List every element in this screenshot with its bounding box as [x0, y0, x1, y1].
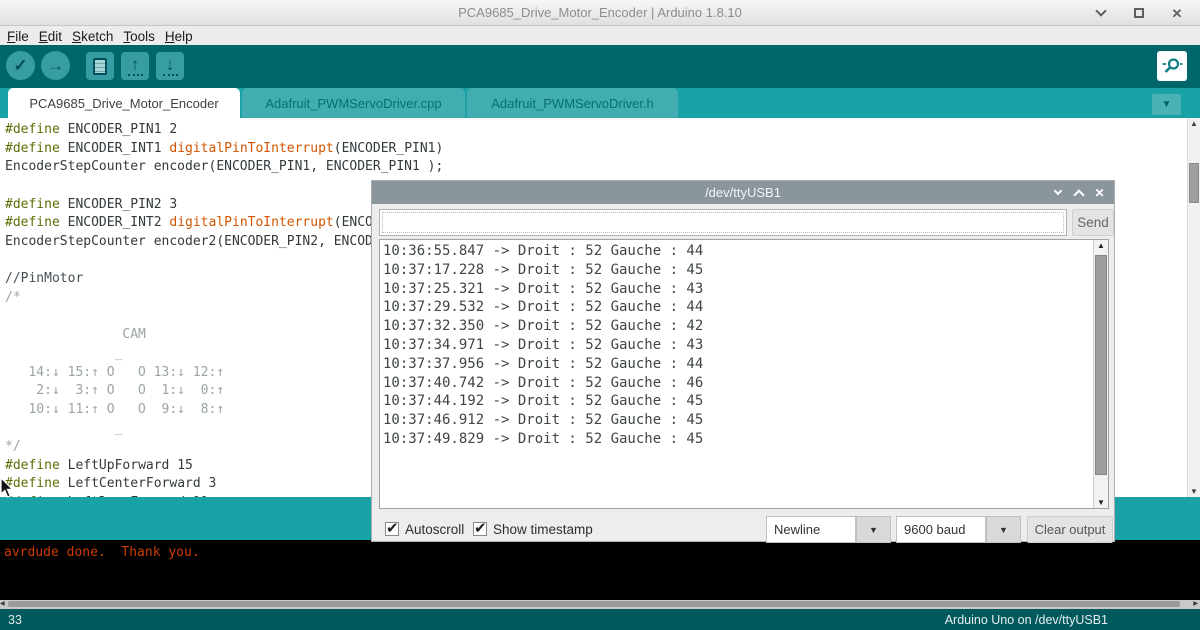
save-button[interactable]: ↓: [156, 52, 184, 80]
arrow-up-icon: ↑: [128, 56, 143, 76]
line-ending-dropdown-button[interactable]: ▼: [856, 516, 891, 543]
close-icon: ✕: [1094, 187, 1104, 199]
serial-vscrollbar[interactable]: ▲ ▼: [1093, 240, 1108, 508]
horizontal-scrollbar[interactable]: ◀ ▶: [0, 600, 1200, 609]
upload-button[interactable]: →: [41, 51, 70, 80]
tab-list-dropdown-button[interactable]: ▼: [1152, 94, 1181, 115]
menu-help[interactable]: Help: [160, 29, 198, 44]
minimize-button[interactable]: [1094, 6, 1108, 20]
serial-output-line: 10:37:49.829 -> Droit : 52 Gauche : 45: [383, 430, 703, 449]
line-ending-select[interactable]: Newline: [766, 516, 856, 543]
horizontal-scroll-thumb[interactable]: [8, 601, 1180, 607]
send-button[interactable]: Send: [1072, 209, 1114, 236]
autoscroll-label: Autoscroll: [405, 522, 464, 537]
statusbar: 33 Arduino Uno on /dev/ttyUSB1: [0, 609, 1200, 630]
maximize-icon: [1134, 8, 1144, 18]
serial-output-line: 10:37:32.350 -> Droit : 52 Gauche : 42: [383, 317, 703, 336]
serial-output-line: 10:37:29.532 -> Droit : 52 Gauche : 44: [383, 298, 703, 317]
serial-output-line: 10:37:25.321 -> Droit : 52 Gauche : 43: [383, 280, 703, 299]
scroll-up-arrow-icon[interactable]: ▲: [1188, 119, 1200, 128]
serial-minimize-button[interactable]: [1052, 187, 1063, 198]
serial-output-line: 10:37:34.971 -> Droit : 52 Gauche : 43: [383, 336, 703, 355]
arrow-down-icon: ↓: [163, 56, 178, 76]
check-icon: ✔: [386, 519, 399, 537]
chevron-down-icon: ▼: [1162, 99, 1172, 110]
scroll-right-arrow-icon[interactable]: ▶: [1193, 600, 1198, 609]
baud-rate-dropdown-button[interactable]: ▼: [986, 516, 1021, 543]
scroll-left-arrow-icon[interactable]: ◀: [0, 600, 5, 609]
magnifier-icon: [1161, 55, 1183, 77]
arrow-right-icon: →: [47, 57, 64, 74]
new-sketch-button[interactable]: [86, 52, 114, 80]
serial-monitor-footer: ✔ Autoscroll ✔ Show timestamp Newline ▼ …: [372, 509, 1114, 542]
baud-rate-select[interactable]: 9600 baud: [896, 516, 986, 543]
editor-scroll-thumb[interactable]: [1189, 163, 1199, 203]
document-icon: [93, 58, 107, 75]
serial-output-line: 10:36:55.847 -> Droit : 52 Gauche : 44: [383, 242, 703, 261]
tab-pca9685-drive-motor-encoder[interactable]: PCA9685_Drive_Motor_Encoder: [8, 88, 240, 118]
code-line: #define ENCODER_INT1 digitalPinToInterru…: [5, 140, 451, 159]
status-line-number: 33: [0, 613, 22, 627]
serial-output[interactable]: 10:36:55.847 -> Droit : 52 Gauche : 4410…: [379, 239, 1109, 509]
titlebar: PCA9685_Drive_Motor_Encoder | Arduino 1.…: [0, 0, 1200, 26]
chevron-down-icon: ▼: [999, 525, 1008, 535]
show-timestamp-label: Show timestamp: [493, 522, 593, 537]
editor-vscrollbar[interactable]: ▲ ▼: [1187, 118, 1200, 497]
serial-scroll-thumb[interactable]: [1095, 255, 1107, 475]
status-board-info: Arduino Uno on /dev/ttyUSB1: [945, 613, 1200, 627]
menu-edit[interactable]: Edit: [34, 29, 67, 44]
code-line: #define ENCODER_PIN1 2: [5, 121, 451, 140]
code-line: EncoderStepCounter encoder(ENCODER_PIN1,…: [5, 158, 451, 177]
serial-output-line: 10:37:46.912 -> Droit : 52 Gauche : 45: [383, 411, 703, 430]
maximize-button[interactable]: [1132, 6, 1146, 20]
show-timestamp-checkbox[interactable]: ✔: [473, 522, 487, 536]
toolbar: ✓ → ↑ ↓: [0, 45, 1200, 88]
check-icon: ✓: [13, 57, 27, 74]
verify-button[interactable]: ✓: [6, 51, 35, 80]
serial-monitor-button[interactable]: [1157, 51, 1187, 81]
serial-output-line: 10:37:37.956 -> Droit : 52 Gauche : 44: [383, 355, 703, 374]
serial-output-line: 10:37:17.228 -> Droit : 52 Gauche : 45: [383, 261, 703, 280]
menubar: FileEditSketchToolsHelp: [0, 27, 1200, 45]
menu-sketch[interactable]: Sketch: [67, 29, 118, 44]
serial-close-button[interactable]: ✕: [1094, 187, 1105, 198]
tab-adafruit-pwmservodriver-cpp[interactable]: Adafruit_PWMServoDriver.cpp: [242, 88, 465, 118]
autoscroll-checkbox[interactable]: ✔: [385, 522, 399, 536]
menu-tools[interactable]: Tools: [118, 29, 160, 44]
chevron-down-icon: ▼: [869, 525, 878, 535]
serial-monitor-window: /dev/ttyUSB1 ✕ Send 10:36:55.847 -> Droi…: [371, 180, 1115, 542]
close-icon: ✕: [1172, 7, 1183, 20]
check-icon: ✔: [474, 519, 487, 537]
tabbar: PCA9685_Drive_Motor_EncoderAdafruit_PWMS…: [0, 88, 1200, 118]
console-output-text: avrdude done. Thank you.: [4, 545, 200, 560]
console-panel[interactable]: avrdude done. Thank you.: [0, 540, 1200, 600]
chevron-up-icon: [1073, 189, 1084, 200]
scroll-down-arrow-icon[interactable]: ▼: [1094, 498, 1108, 507]
scroll-up-arrow-icon[interactable]: ▲: [1094, 241, 1108, 250]
window-title: PCA9685_Drive_Motor_Encoder | Arduino 1.…: [458, 5, 742, 20]
serial-restore-button[interactable]: [1073, 187, 1084, 198]
clear-output-button[interactable]: Clear output: [1027, 516, 1113, 543]
serial-output-line: 10:37:40.742 -> Droit : 52 Gauche : 46: [383, 374, 703, 393]
menu-file[interactable]: File: [2, 29, 34, 44]
serial-input[interactable]: [379, 209, 1067, 236]
chevron-down-icon: [1053, 187, 1061, 195]
serial-output-line: 10:37:44.192 -> Droit : 52 Gauche : 45: [383, 392, 703, 411]
scroll-down-arrow-icon[interactable]: ▼: [1188, 487, 1200, 496]
serial-monitor-title: /dev/ttyUSB1: [705, 185, 781, 200]
close-button[interactable]: ✕: [1170, 6, 1184, 20]
serial-monitor-titlebar: /dev/ttyUSB1 ✕: [372, 181, 1114, 204]
open-button[interactable]: ↑: [121, 52, 149, 80]
tab-adafruit-pwmservodriver-h[interactable]: Adafruit_PWMServoDriver.h: [467, 88, 678, 118]
chevron-down-icon: [1095, 5, 1106, 16]
